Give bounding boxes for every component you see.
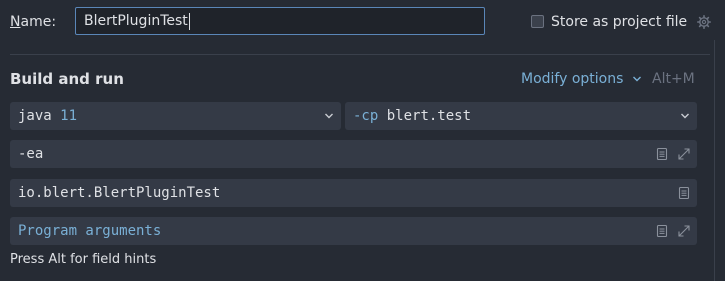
document-icon[interactable] bbox=[677, 186, 691, 200]
vm-options-value: -ea bbox=[18, 146, 44, 162]
jdk-select[interactable]: java 11 bbox=[10, 102, 341, 130]
modify-options-shortcut: Alt+M bbox=[652, 71, 695, 87]
gear-icon[interactable] bbox=[697, 15, 711, 29]
name-label-text: ame: bbox=[20, 14, 57, 30]
main-class-value: io.blert.BlertPluginTest bbox=[18, 185, 221, 201]
name-label: Name: bbox=[10, 13, 56, 31]
field-hints-text: Press Alt for field hints bbox=[10, 252, 157, 267]
document-icon[interactable] bbox=[655, 224, 669, 238]
modify-options-link[interactable]: Modify options bbox=[521, 70, 623, 88]
section-title-build-and-run: Build and run bbox=[10, 70, 124, 88]
text-caret bbox=[188, 12, 190, 30]
expand-icon[interactable] bbox=[677, 224, 691, 238]
name-input-value: BlertPluginTest bbox=[84, 13, 188, 29]
store-as-project-file-checkbox[interactable] bbox=[531, 15, 544, 28]
classpath-flag: -cp bbox=[353, 108, 379, 124]
jdk-name: java bbox=[18, 108, 52, 124]
vm-options-field[interactable]: -ea bbox=[10, 140, 697, 168]
expand-icon[interactable] bbox=[677, 147, 691, 161]
main-class-field[interactable]: io.blert.BlertPluginTest bbox=[10, 179, 697, 207]
document-icon[interactable] bbox=[655, 147, 669, 161]
store-as-project-file-label[interactable]: Store as project file bbox=[551, 13, 687, 31]
classpath-module-select[interactable]: -cp blert.test bbox=[345, 102, 697, 130]
vertical-divider bbox=[714, 40, 715, 281]
horizontal-divider bbox=[10, 54, 710, 55]
jdk-version: 11 bbox=[60, 108, 78, 124]
chevron-down-icon[interactable] bbox=[632, 74, 642, 84]
name-label-mnemonic: N bbox=[10, 14, 21, 30]
program-arguments-field[interactable]: Program arguments bbox=[10, 217, 697, 245]
chevron-down-icon[interactable] bbox=[680, 111, 690, 121]
program-arguments-placeholder: Program arguments bbox=[18, 223, 162, 239]
name-input[interactable]: BlertPluginTest bbox=[75, 7, 485, 35]
classpath-module: blert.test bbox=[386, 108, 472, 124]
chevron-down-icon[interactable] bbox=[324, 111, 334, 121]
